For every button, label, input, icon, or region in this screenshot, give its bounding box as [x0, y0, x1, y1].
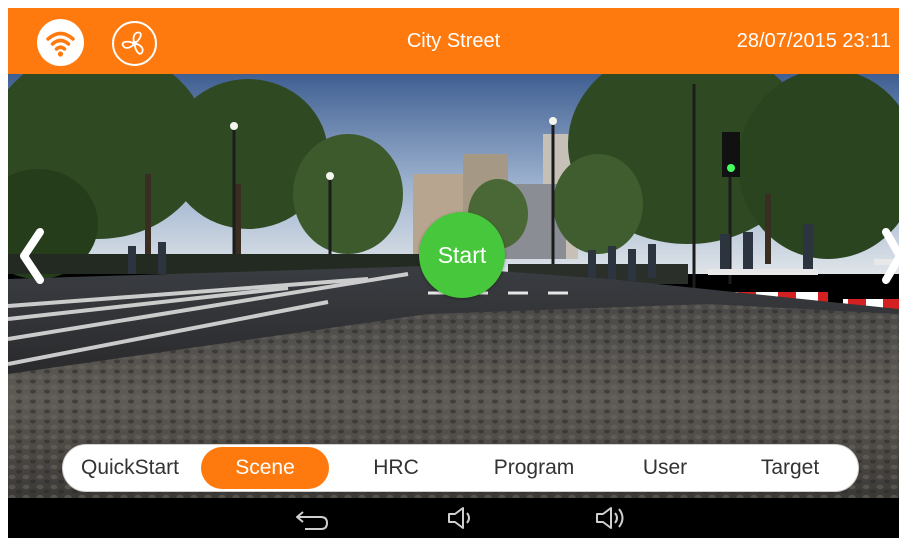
chevron-left-icon	[20, 228, 44, 284]
volume-up-icon[interactable]	[593, 504, 633, 532]
tab-user[interactable]: User	[611, 445, 719, 491]
tab-target[interactable]: Target	[727, 445, 853, 491]
datetime-display: 28/07/2015 23:11	[736, 30, 891, 52]
app-window: City Street 28/07/2015 23:11 Start Quick…	[8, 8, 899, 538]
tab-quickstart[interactable]: QuickStart	[67, 445, 193, 491]
mode-tab-bar: QuickStart Scene HRC Program User Target	[62, 444, 859, 492]
tab-scene[interactable]: Scene	[201, 447, 329, 489]
chevron-right-icon	[882, 228, 899, 284]
top-bar: City Street 28/07/2015 23:11	[8, 8, 899, 74]
previous-scene-button[interactable]	[14, 226, 54, 286]
system-nav-bar	[8, 498, 899, 538]
volume-down-icon[interactable]	[445, 504, 479, 532]
next-scene-button[interactable]	[874, 226, 899, 286]
tab-hrc[interactable]: HRC	[341, 445, 451, 491]
scene-preview[interactable]: Start	[8, 74, 899, 498]
start-button[interactable]: Start	[419, 212, 505, 298]
tab-program[interactable]: Program	[463, 445, 605, 491]
back-icon[interactable]	[293, 504, 331, 532]
